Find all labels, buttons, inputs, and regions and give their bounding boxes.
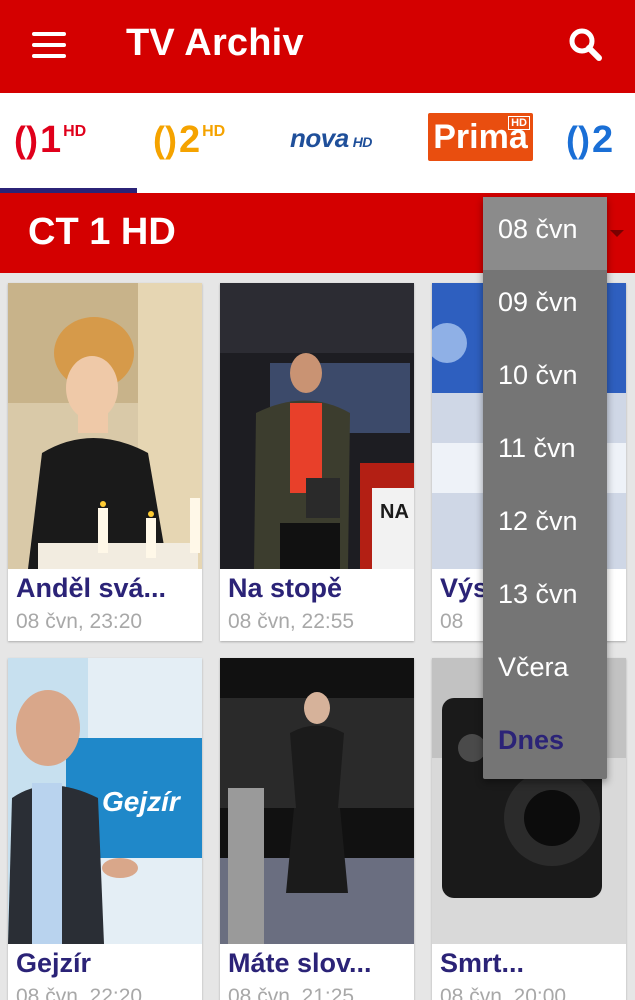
nova-logo: nova	[290, 123, 349, 153]
date-option-label: 09 čvn	[498, 287, 578, 317]
date-option-label: Včera	[498, 652, 569, 682]
date-option-label: Dnes	[498, 725, 565, 755]
ct-logo-icon: ()	[566, 119, 590, 160]
date-option[interactable]: 09 čvn	[483, 270, 607, 343]
program-card[interactable]: Máte slov... 08 čvn, 21:25	[220, 658, 414, 1000]
program-thumbnail	[8, 283, 202, 569]
date-option-label: 10 čvn	[498, 360, 578, 390]
program-title: Gejzír	[16, 948, 92, 978]
channel-number: 2	[178, 119, 201, 161]
program-title: Smrt...	[440, 948, 525, 978]
program-time: 08 čvn, 20:00	[440, 985, 567, 1000]
program-title: Výs	[440, 573, 489, 603]
program-title: Anděl svá...	[16, 573, 167, 603]
program-time: 08 čvn, 22:55	[228, 610, 355, 633]
program-card[interactable]: Gejzír Gejzír 08 čvn, 22:20	[8, 658, 202, 1000]
channel-hd-label: HD	[202, 123, 226, 140]
ct-logo-icon: ()	[153, 119, 177, 160]
date-option[interactable]: 13 čvn	[483, 562, 607, 635]
channel-number: 2	[591, 119, 614, 161]
program-title: Máte slov...	[228, 948, 372, 978]
date-option[interactable]: 08 čvn	[483, 197, 607, 270]
date-dropdown-menu: 08 čvn 09 čvn 10 čvn 11 čvn 12 čvn 13 čv…	[483, 197, 607, 779]
date-option[interactable]: 11 čvn	[483, 416, 607, 489]
program-card[interactable]: NA Na stopě 08 čvn, 22:55	[220, 283, 414, 641]
channel-hd-label: HD	[508, 116, 530, 130]
channel-strip: () 1 HD () 2 HD nova HD Prima HD () 2	[0, 93, 635, 193]
date-option-label: 12 čvn	[498, 506, 578, 536]
date-option-yesterday[interactable]: Včera	[483, 635, 607, 708]
program-title: Na stopě	[228, 573, 343, 603]
program-card[interactable]: Anděl svá... 08 čvn, 23:20	[8, 283, 202, 641]
date-option-label: 11 čvn	[498, 433, 576, 463]
app-title: TV Archiv	[126, 22, 304, 64]
program-time: 08	[440, 610, 464, 633]
date-option-today[interactable]: Dnes	[483, 708, 607, 781]
date-option[interactable]: 12 čvn	[483, 489, 607, 562]
channel-ct2-sport[interactable]: () 2	[560, 93, 635, 193]
ct-logo-icon: ()	[14, 119, 38, 160]
date-option-label: 08 čvn	[498, 214, 578, 244]
channel-nova[interactable]: nova HD	[275, 93, 415, 193]
nav-badge: NA	[380, 501, 409, 523]
program-time: 08 čvn, 21:25	[228, 985, 355, 1000]
date-dropdown-caret-icon[interactable]	[610, 230, 624, 237]
program-time: 08 čvn, 22:20	[16, 985, 143, 1000]
program-thumbnail	[220, 658, 414, 944]
channel-hd-label: HD	[63, 123, 87, 140]
gejzir-logo: Gejzír	[102, 786, 180, 817]
channel-name: CT 1 HD	[28, 211, 176, 253]
channel-ct2[interactable]: () 2 HD	[140, 93, 270, 193]
date-option[interactable]: 10 čvn	[483, 343, 607, 416]
search-icon[interactable]	[566, 26, 606, 66]
channel-prima[interactable]: Prima HD	[420, 93, 545, 193]
program-time: 08 čvn, 23:20	[16, 610, 143, 633]
channel-hd-label: HD	[352, 134, 373, 150]
top-bar: TV Archiv	[0, 0, 635, 93]
channel-ct1[interactable]: () 1 HD	[0, 93, 137, 193]
hamburger-menu-icon[interactable]	[32, 32, 66, 58]
channel-number: 1	[39, 119, 62, 161]
date-option-label: 13 čvn	[498, 579, 578, 609]
app-root: TV Archiv () 1 HD () 2 HD nova HD Prima …	[0, 0, 635, 1000]
program-thumbnail	[220, 283, 414, 569]
